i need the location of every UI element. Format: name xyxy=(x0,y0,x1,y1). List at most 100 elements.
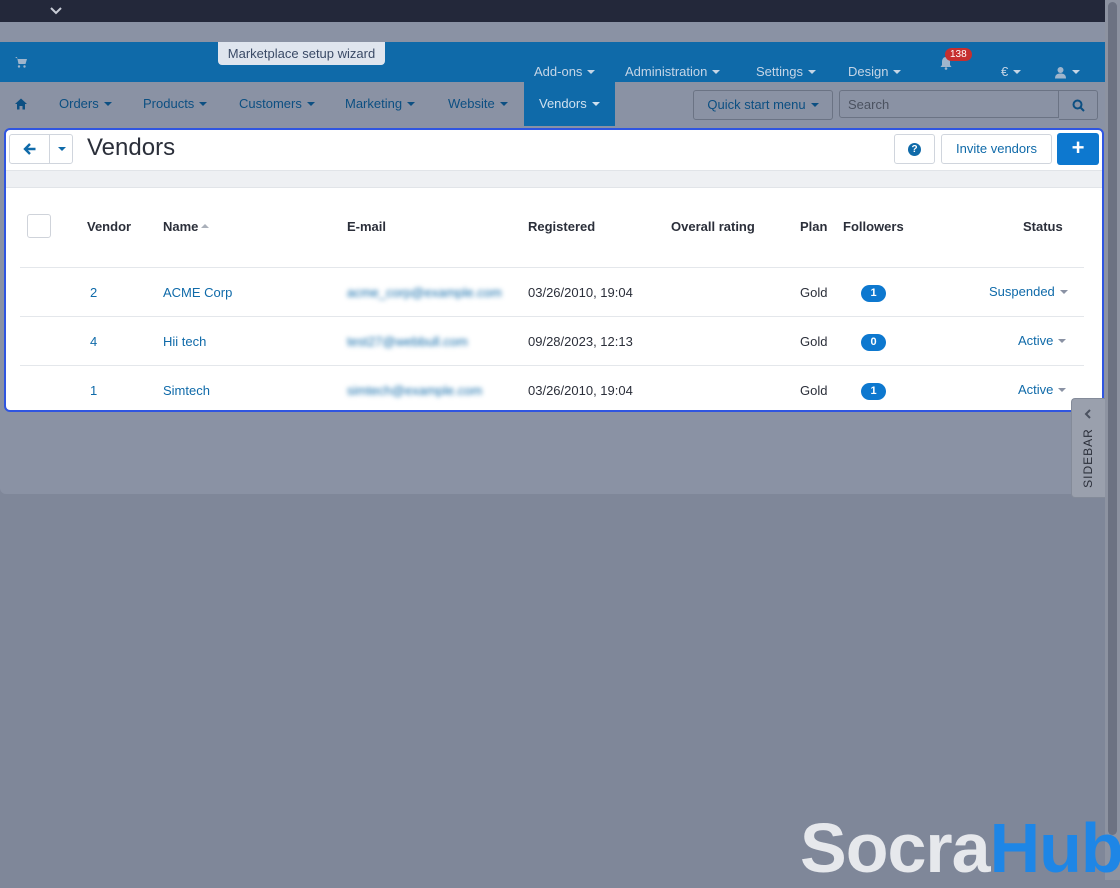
invite-vendors-button[interactable]: Invite vendors xyxy=(941,134,1052,164)
browser-top-bar xyxy=(0,0,1105,22)
status-dropdown[interactable]: Active xyxy=(1018,382,1067,397)
followers-badge[interactable]: 1 xyxy=(861,285,886,302)
caret-down-icon xyxy=(499,101,508,106)
vendor-id-link[interactable]: 1 xyxy=(90,383,97,398)
col-header-plan[interactable]: Plan xyxy=(800,219,827,234)
sort-asc-icon xyxy=(201,223,210,228)
user-icon xyxy=(1055,67,1066,79)
menu-design[interactable]: Design xyxy=(848,62,902,82)
nav-website[interactable]: Website xyxy=(448,82,508,126)
menu-addons-label: Add-ons xyxy=(534,64,583,79)
menu-addons[interactable]: Add-ons xyxy=(534,62,596,82)
nav-customers-label: Customers xyxy=(239,96,302,111)
plan-value: Gold xyxy=(800,334,828,349)
menu-settings[interactable]: Settings xyxy=(756,62,816,82)
caret-down-icon xyxy=(199,101,208,106)
help-button[interactable]: ? xyxy=(894,134,935,164)
search-icon xyxy=(1072,99,1085,112)
plan-value: Gold xyxy=(800,285,828,300)
menu-administration[interactable]: Administration xyxy=(625,62,721,82)
menu-administration-label: Administration xyxy=(625,64,708,79)
caret-down-icon xyxy=(807,69,816,74)
sidebar-label: SIDEBAR xyxy=(1081,428,1095,488)
row-divider xyxy=(20,267,1084,268)
caret-down-icon xyxy=(591,101,600,106)
col-header-followers[interactable]: Followers xyxy=(843,219,904,234)
currency-label: € xyxy=(1001,64,1009,79)
col-header-name[interactable]: Name xyxy=(163,219,210,234)
vendor-name-link[interactable]: Simtech xyxy=(163,383,210,398)
scrollbar-thumb[interactable] xyxy=(1108,2,1117,835)
nav-vendors-label: Vendors xyxy=(539,96,587,111)
vendors-panel: Vendors ? Invite vendors + Vendor Name E… xyxy=(4,128,1104,412)
vendor-email-link[interactable]: acme_corp@example.com xyxy=(347,285,502,300)
caret-down-icon xyxy=(587,69,596,74)
followers-badge[interactable]: 0 xyxy=(861,334,886,351)
select-all-checkbox[interactable] xyxy=(27,214,51,238)
search-button[interactable] xyxy=(1059,90,1098,120)
button-divider xyxy=(49,135,50,163)
nav-marketing-label: Marketing xyxy=(345,96,403,111)
caret-down-icon xyxy=(810,102,819,107)
search-input[interactable]: Search xyxy=(839,90,1059,118)
home-icon[interactable] xyxy=(14,97,28,111)
vendor-id-link[interactable]: 2 xyxy=(90,285,97,300)
nav-customers[interactable]: Customers xyxy=(239,82,315,126)
nav-orders[interactable]: Orders xyxy=(59,82,112,126)
vendor-name-link[interactable]: ACME Corp xyxy=(163,285,232,300)
nav-products[interactable]: Products xyxy=(143,82,208,126)
nav-vendors[interactable]: Vendors xyxy=(524,82,615,126)
watermark-part2: Hub xyxy=(989,809,1120,887)
caret-down-icon xyxy=(1058,338,1067,343)
currency-menu[interactable]: € xyxy=(1001,62,1022,82)
status-dropdown[interactable]: Active xyxy=(1018,333,1067,348)
vendor-id-link[interactable]: 4 xyxy=(90,334,97,349)
cart-icon[interactable] xyxy=(14,55,28,69)
col-header-rating[interactable]: Overall rating xyxy=(671,219,755,234)
vendor-email-link[interactable]: test27@webbull.com xyxy=(347,334,468,349)
nav-orders-label: Orders xyxy=(59,96,99,111)
user-menu[interactable] xyxy=(1054,62,1080,82)
quick-start-label: Quick start menu xyxy=(707,97,806,112)
caret-down-icon xyxy=(712,69,721,74)
nav-products-label: Products xyxy=(143,96,195,111)
status-label: Suspended xyxy=(989,284,1055,299)
nav-marketing[interactable]: Marketing xyxy=(345,82,416,126)
caret-down-icon xyxy=(103,101,112,106)
col-header-status[interactable]: Status xyxy=(1023,219,1063,234)
registered-date: 09/28/2023, 12:13 xyxy=(528,334,633,349)
back-button-group[interactable] xyxy=(9,134,73,164)
caret-down-icon xyxy=(407,101,416,106)
status-dropdown[interactable]: Suspended xyxy=(989,284,1068,299)
arrow-left-icon[interactable] xyxy=(23,142,37,156)
caret-down-icon xyxy=(1058,387,1067,392)
question-icon: ? xyxy=(908,143,921,156)
col-header-email[interactable]: E-mail xyxy=(347,219,386,234)
watermark-part1: Socra xyxy=(800,809,991,887)
setup-wizard-tab[interactable]: Marketplace setup wizard xyxy=(218,42,385,65)
chevron-left-icon xyxy=(1084,409,1091,419)
nav-website-label: Website xyxy=(448,96,495,111)
watermark-logo: SocraHub xyxy=(800,808,1120,888)
menu-settings-label: Settings xyxy=(756,64,803,79)
followers-badge[interactable]: 1 xyxy=(861,383,886,400)
add-vendor-button[interactable]: + xyxy=(1057,133,1099,165)
page-title: Vendors xyxy=(87,134,176,161)
caret-down-icon xyxy=(306,101,315,106)
caret-down-icon xyxy=(1013,69,1022,74)
registered-date: 03/26/2010, 19:04 xyxy=(528,285,633,300)
plan-value: Gold xyxy=(800,383,828,398)
status-label: Active xyxy=(1018,382,1054,397)
status-label: Active xyxy=(1018,333,1054,348)
caret-down-icon xyxy=(1059,289,1068,294)
sidebar-toggle[interactable]: SIDEBAR xyxy=(1071,398,1105,498)
page-scrollbar[interactable] xyxy=(1105,0,1120,880)
chevron-down-icon[interactable] xyxy=(49,4,63,18)
vendor-email-link[interactable]: simtech@example.com xyxy=(347,383,482,398)
col-header-vendor[interactable]: Vendor xyxy=(87,219,131,234)
vendor-name-link[interactable]: Hii tech xyxy=(163,334,206,349)
caret-down-icon[interactable] xyxy=(58,147,66,151)
notifications-badge: 138 xyxy=(945,48,972,61)
col-header-registered[interactable]: Registered xyxy=(528,219,595,234)
quick-start-menu-button[interactable]: Quick start menu xyxy=(693,90,833,120)
